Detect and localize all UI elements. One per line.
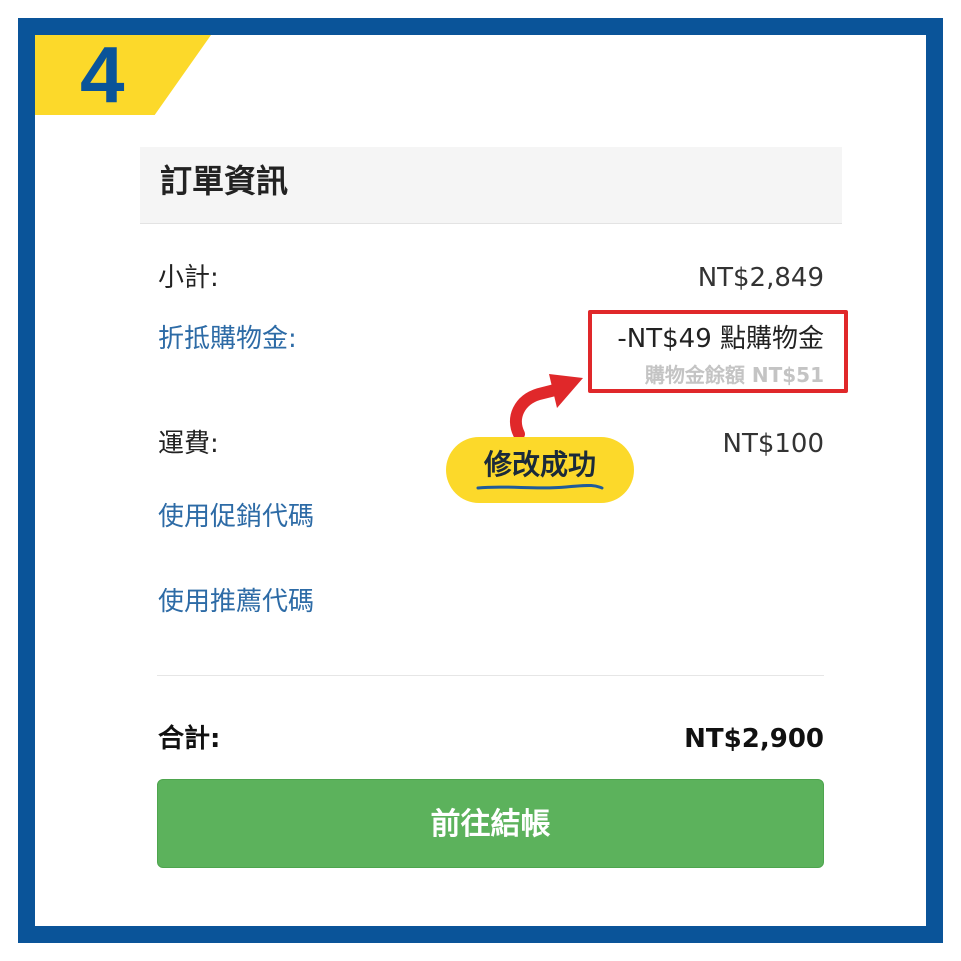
curved-arrow-icon — [509, 374, 583, 438]
divider — [157, 675, 824, 676]
credit-label: 折抵購物金: — [158, 324, 297, 354]
shipping-value: NT$100 — [722, 429, 825, 459]
page-title: 訂單資訊 — [160, 162, 289, 200]
order-info-header: 訂單資訊 — [140, 147, 842, 224]
success-badge: 修改成功 — [446, 437, 634, 503]
credit-balance: 購物金餘額 NT$51 — [644, 363, 824, 387]
subtotal-value: NT$2,849 — [697, 263, 824, 293]
credit-value: -NT$49 點購物金 — [617, 324, 824, 354]
success-text: 修改成功 — [483, 448, 596, 481]
promo-code-link[interactable]: 使用促銷代碼 — [158, 500, 314, 534]
referral-code-link[interactable]: 使用推薦代碼 — [158, 585, 314, 619]
checkout-button-label: 前往結帳 — [430, 807, 551, 842]
total-value: NT$2,900 — [684, 724, 824, 754]
shipping-label: 運費: — [158, 429, 219, 459]
subtotal-label: 小計: — [158, 263, 219, 293]
scribble-underline — [476, 484, 604, 490]
step-number: 4 — [80, 30, 125, 119]
total-label: 合計: — [158, 724, 221, 754]
checkout-button[interactable]: 前往結帳 — [157, 779, 824, 868]
